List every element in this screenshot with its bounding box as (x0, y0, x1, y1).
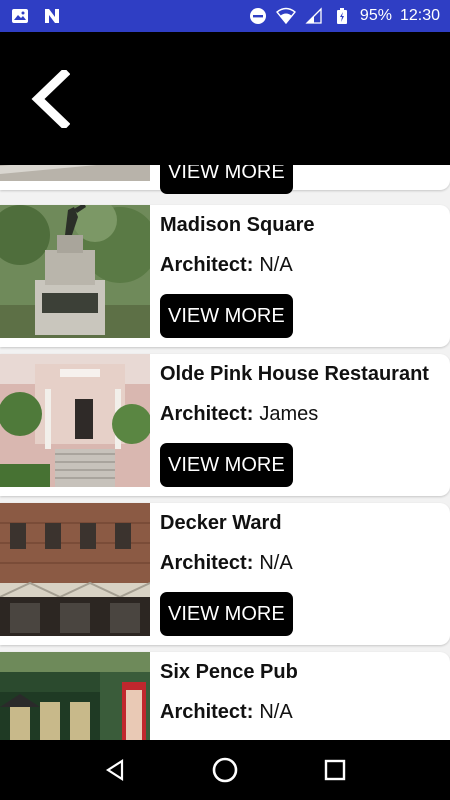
landmark-photo (0, 205, 150, 338)
architect-value: James (259, 403, 319, 425)
architect-value: N/A (259, 701, 293, 723)
nav-back-button[interactable] (95, 750, 135, 790)
landmark-title: Madison Square (160, 214, 315, 236)
signal-icon (304, 6, 324, 26)
architect-row: Architect: N/A (160, 697, 450, 727)
architect-value: N/A (259, 254, 293, 276)
architect-label: Architect: (160, 701, 254, 723)
home-circle-icon (212, 757, 238, 783)
battery-icon (332, 6, 352, 26)
architect-label: Architect: (160, 552, 254, 574)
view-more-button[interactable]: VIEW MORE (160, 294, 293, 338)
list-item: Six Pence Pub Architect: N/A (0, 652, 450, 740)
list-item: Decker Ward Architect: N/A VIEW MORE (0, 503, 450, 645)
n-icon (42, 6, 62, 26)
nav-home-button[interactable] (205, 750, 245, 790)
landmark-title: Olde Pink House Restaurant (160, 363, 429, 385)
recents-square-icon (324, 759, 346, 781)
screen: 95% 12:30 VIEW MORE Madison Square Archi… (0, 0, 450, 800)
nav-recents-button[interactable] (315, 750, 355, 790)
architect-row: Architect: N/A (160, 548, 450, 578)
architect-label: Architect: (160, 403, 254, 425)
list-item: VIEW MORE (0, 165, 450, 194)
back-triangle-icon (105, 758, 124, 782)
dnd-icon (248, 6, 268, 26)
wifi-icon (275, 6, 296, 26)
architect-value: N/A (259, 552, 293, 574)
system-nav-bar (0, 740, 450, 800)
status-bar: 95% 12:30 (0, 0, 450, 32)
landmark-photo (0, 652, 150, 740)
architect-row: Architect: James (160, 399, 450, 429)
landmark-photo (0, 503, 150, 636)
list-item: Madison Square Architect: N/A VIEW MORE (0, 205, 450, 347)
landmark-title: Six Pence Pub (160, 661, 298, 683)
view-more-button[interactable]: VIEW MORE (160, 165, 293, 194)
landmark-photo (0, 165, 150, 181)
list-item: Olde Pink House Restaurant Architect: Jam… (0, 354, 450, 496)
architect-row: Architect: N/A (160, 250, 450, 280)
landmark-list[interactable]: VIEW MORE Madison Square Architect: N/A … (0, 165, 450, 740)
landmark-photo (0, 354, 150, 487)
view-more-button[interactable]: VIEW MORE (160, 592, 293, 636)
clock: 12:30 (399, 7, 440, 24)
view-more-button[interactable]: VIEW MORE (160, 443, 293, 487)
chevron-left-icon (31, 70, 70, 128)
battery-percent: 95% (359, 7, 392, 24)
image-icon (10, 6, 30, 26)
app-header (0, 32, 450, 165)
landmark-title: Decker Ward (160, 512, 282, 534)
back-button[interactable] (28, 70, 72, 128)
architect-label: Architect: (160, 254, 254, 276)
